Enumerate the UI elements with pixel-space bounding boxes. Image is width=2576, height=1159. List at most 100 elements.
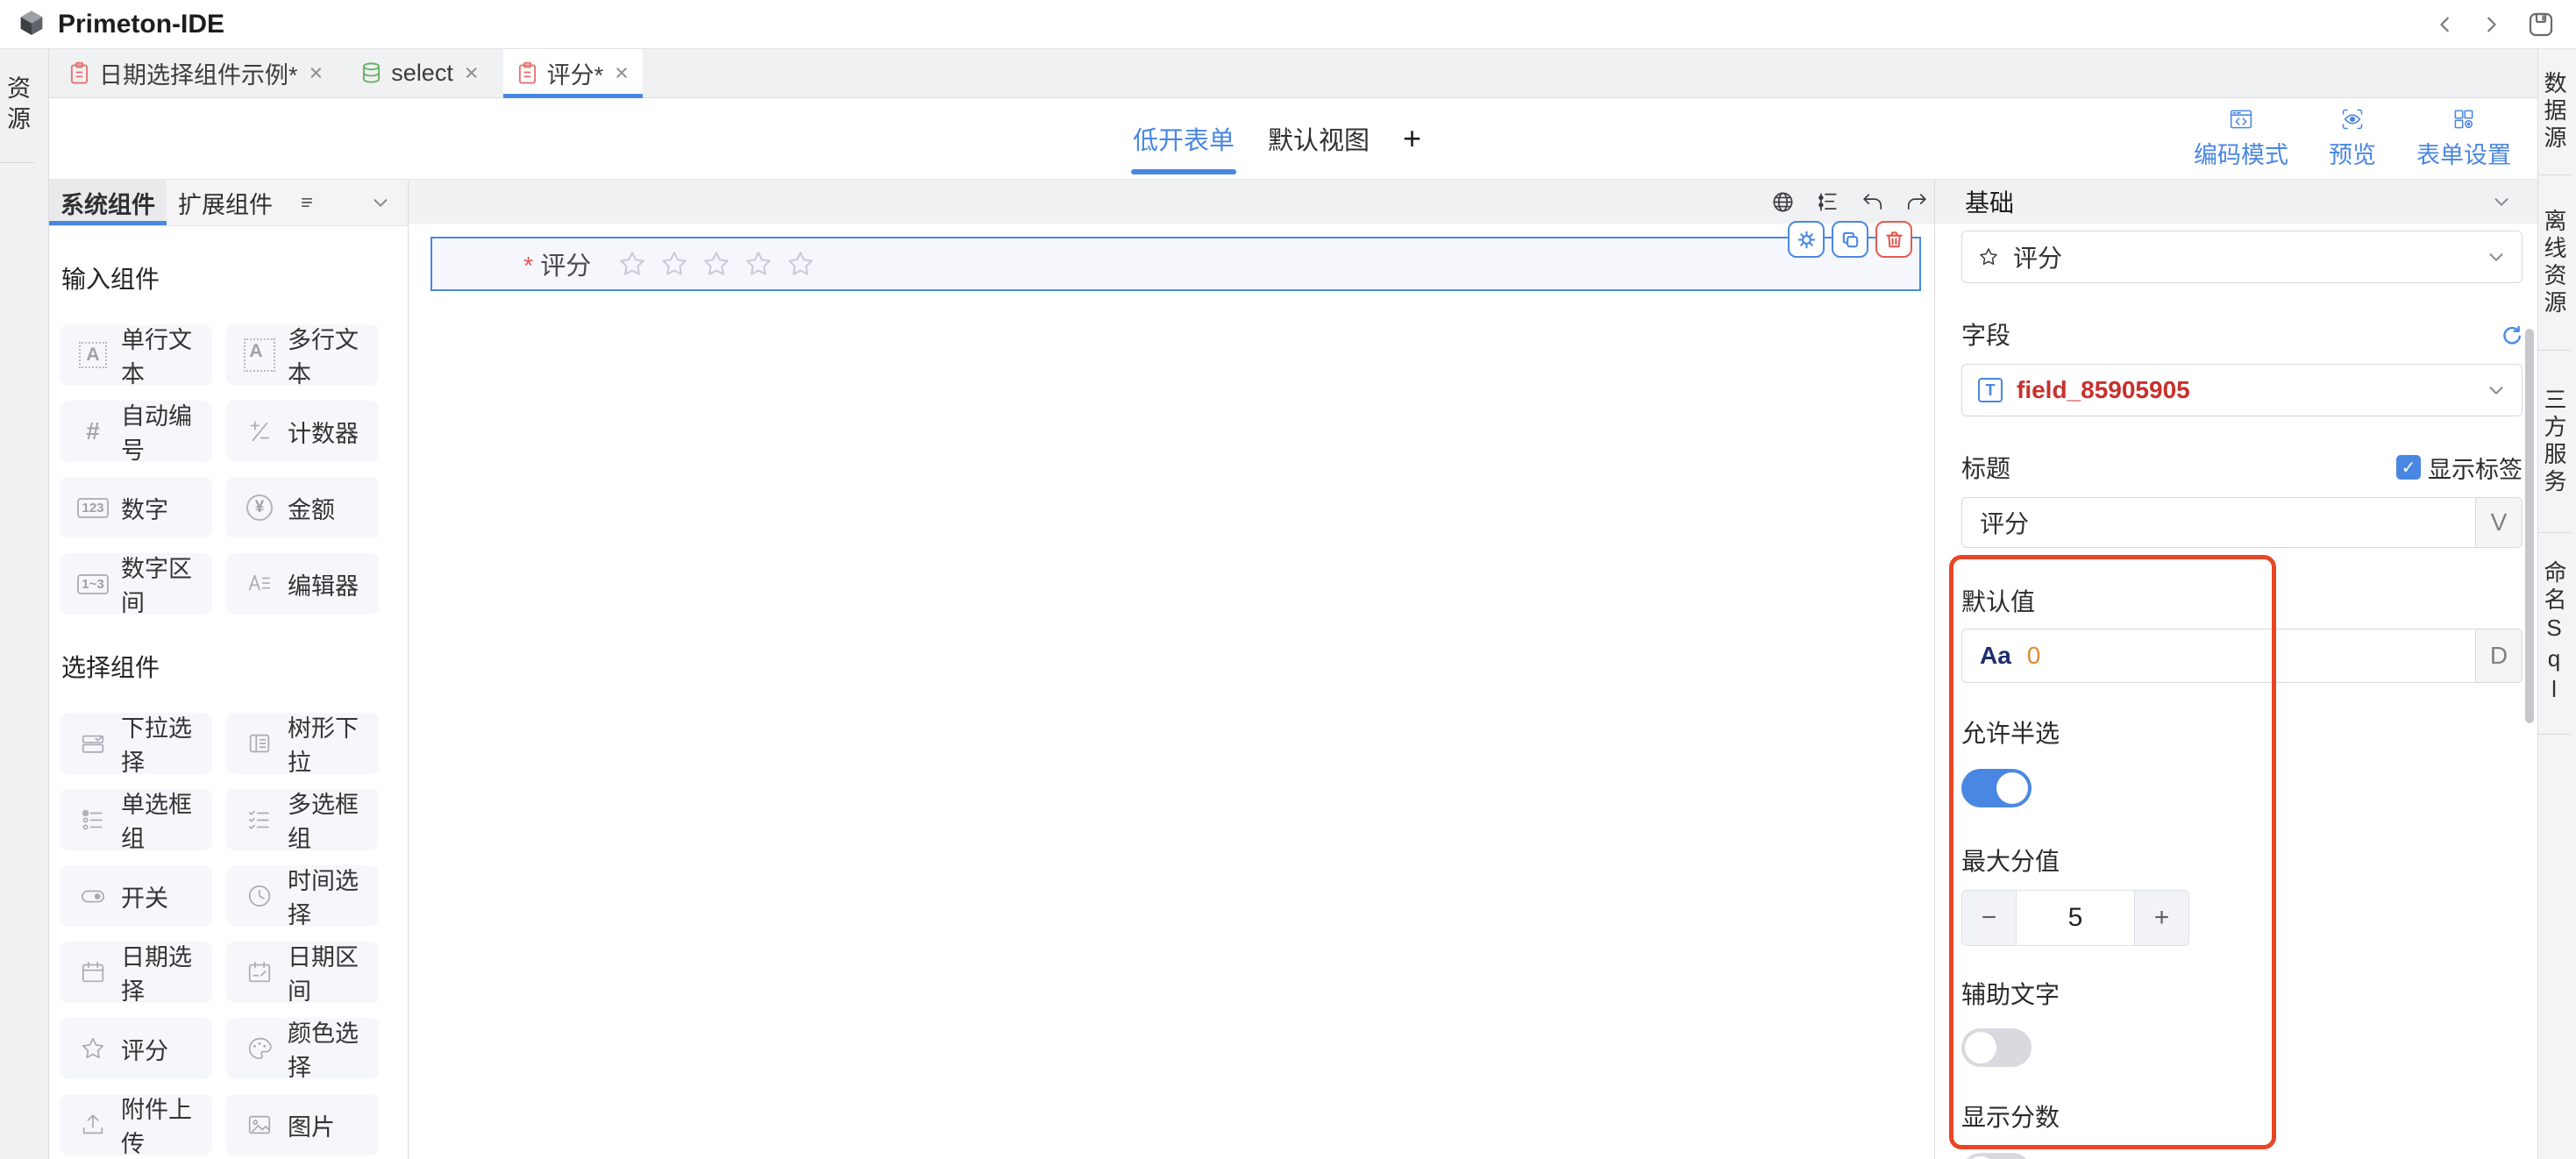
component-card-editor[interactable]: 编辑器 — [226, 553, 379, 615]
history-forward-icon[interactable] — [2481, 15, 2501, 34]
component-card-check-group[interactable]: 多选框组 — [226, 789, 379, 850]
document-tab-2[interactable]: 评分*× — [503, 49, 643, 97]
component-card-num123[interactable]: 123数字 — [60, 477, 212, 538]
dock-tab-datasource[interactable]: 数据源 — [2538, 49, 2571, 175]
allow-half-toggle[interactable] — [1961, 769, 2032, 807]
component-card-calendar-range[interactable]: 日期区间 — [226, 942, 379, 1003]
dock-tab-offline-resources[interactable]: 离线资源 — [2538, 175, 2571, 351]
canvas-body[interactable]: * 评分 — [409, 224, 1934, 1159]
toggle-knob — [1996, 772, 2028, 804]
field-settings-button[interactable] — [1788, 221, 1825, 258]
editor-icon — [244, 571, 275, 597]
dock-tab-resources[interactable]: 资源 — [0, 49, 34, 163]
properties-section-header[interactable]: 基础 — [1934, 180, 2537, 224]
form-doc-icon — [69, 61, 89, 85]
form-settings-button[interactable]: 表单设置 — [2416, 107, 2511, 170]
star-icon — [1978, 246, 1999, 267]
trash-icon — [1884, 230, 1904, 250]
default-value-d-button[interactable]: D — [2475, 629, 2522, 682]
select-icon — [77, 730, 109, 757]
title-input[interactable]: 评分 — [1962, 498, 2475, 547]
document-tab-0[interactable]: 日期选择组件示例*× — [55, 49, 337, 97]
history-back-icon[interactable] — [2436, 15, 2455, 34]
properties-panel: 基础 评分 字段 T field_85905905 — [1934, 180, 2537, 1159]
document-tabbar: 日期选择组件示例*×select×评分*× — [49, 49, 2537, 98]
panel-scrollbar[interactable] — [2525, 329, 2534, 723]
component-grid-1: 下拉选择树形下拉单选框组多选框组开关时间选择日期选择日期区间评分颜色选择附件上传… — [60, 713, 408, 1155]
allow-half-label: 允许半选 — [1961, 715, 2523, 750]
star-outline-icon[interactable] — [659, 249, 689, 279]
field-copy-button[interactable] — [1832, 221, 1868, 258]
star-outline-icon[interactable] — [617, 249, 647, 279]
component-card-textline[interactable]: A单行文本 — [60, 324, 212, 386]
document-tab-1[interactable]: select× — [347, 49, 492, 97]
show-label-checkbox[interactable]: ✓ — [2396, 455, 2421, 480]
star-outline-icon[interactable] — [744, 249, 773, 279]
toggle-knob — [1965, 1032, 1996, 1063]
component-card-clock[interactable]: 时间选择 — [226, 865, 379, 927]
component-card-tree[interactable]: 树形下拉 — [226, 713, 379, 774]
component-list-icon[interactable] — [298, 194, 316, 211]
right-dock: 数据源离线资源三方服务命名Sql — [2537, 49, 2576, 1159]
rating-stars[interactable] — [617, 249, 815, 279]
rating-field-selected[interactable]: * 评分 — [431, 237, 1921, 291]
form-settings-label: 表单设置 — [2416, 136, 2511, 170]
calendar-range-icon — [244, 959, 275, 985]
component-card-counter[interactable]: 计数器 — [226, 401, 379, 462]
max-score-stepper: − 5 + — [1961, 890, 2189, 946]
component-card-calendar[interactable]: 日期选择 — [60, 942, 212, 1003]
component-card-image[interactable]: 图片 — [226, 1094, 379, 1155]
component-type-select[interactable]: 评分 — [1961, 231, 2523, 283]
component-label: 单行文本 — [121, 321, 212, 389]
redo-icon[interactable] — [1905, 190, 1929, 214]
star-outline-icon[interactable] — [786, 249, 815, 279]
component-card-yen[interactable]: ¥金额 — [226, 477, 379, 538]
undo-icon[interactable] — [1861, 190, 1884, 214]
preview-button[interactable]: 预览 — [2329, 107, 2376, 170]
component-card-star[interactable]: 评分 — [60, 1018, 212, 1079]
stepper-plus-button[interactable]: + — [2134, 891, 2188, 945]
collapse-panel-chevron-icon[interactable] — [371, 193, 390, 212]
helper-text-toggle[interactable] — [1961, 1028, 2032, 1067]
globe-icon[interactable] — [1771, 190, 1795, 214]
outline-tree-icon[interactable] — [1816, 190, 1839, 214]
code-window-icon — [2229, 107, 2253, 132]
add-view-button[interactable]: + — [1403, 120, 1421, 157]
tab-extension-components[interactable]: 扩展组件 — [167, 180, 284, 225]
max-score-value[interactable]: 5 — [2017, 891, 2134, 945]
title-variable-button[interactable]: V — [2475, 498, 2522, 547]
stepper-minus-button[interactable]: − — [1962, 891, 2017, 945]
dock-tab-third-party-services[interactable]: 三方服务 — [2538, 351, 2571, 533]
field-delete-button[interactable] — [1875, 221, 1912, 258]
show-label-text: 显示标签 — [2428, 451, 2523, 485]
show-score-toggle[interactable] — [1961, 1153, 2032, 1159]
tab-system-components[interactable]: 系统组件 — [49, 180, 167, 225]
close-tab-icon[interactable]: × — [615, 61, 629, 85]
dock-tab-named-sql[interactable]: 命名Sql — [2538, 533, 2571, 735]
component-card-select[interactable]: 下拉选择 — [60, 713, 212, 774]
view-tab-0[interactable]: 低开表单 — [1133, 98, 1235, 179]
field-select[interactable]: T field_85905905 — [1961, 364, 2523, 416]
component-card-palette[interactable]: 颜色选择 — [226, 1018, 379, 1079]
numrange-icon: 1~3 — [77, 574, 109, 594]
component-card-upload[interactable]: 附件上传 — [60, 1094, 212, 1155]
left-dock: 资源 — [0, 49, 49, 1159]
close-tab-icon[interactable]: × — [310, 61, 324, 85]
component-label: 日期选择 — [121, 938, 212, 1006]
view-tab-1[interactable]: 默认视图 — [1268, 98, 1370, 179]
refresh-icon[interactable] — [2500, 323, 2523, 345]
code-mode-button[interactable]: 编码模式 — [2194, 107, 2288, 170]
editor-toolbar: 低开表单默认视图 + 编码模式 预览 表单设置 — [49, 98, 2537, 180]
component-card-hash[interactable]: #自动编号 — [60, 401, 212, 462]
save-icon[interactable] — [2527, 11, 2555, 39]
default-value-input[interactable]: Aa 0 — [1962, 629, 2475, 682]
primeton-logo-icon — [16, 9, 47, 40]
component-card-switch[interactable]: 开关 — [60, 865, 212, 927]
close-tab-icon[interactable]: × — [465, 61, 479, 85]
component-card-numrange[interactable]: 1~3 数字区间 — [60, 553, 212, 615]
star-outline-icon[interactable] — [701, 249, 731, 279]
yen-icon: ¥ — [244, 494, 275, 521]
component-label: 数字区间 — [121, 550, 212, 618]
component-card-textarea[interactable]: A多行文本 — [226, 324, 379, 386]
component-card-radio-group[interactable]: 单选框组 — [60, 789, 212, 850]
